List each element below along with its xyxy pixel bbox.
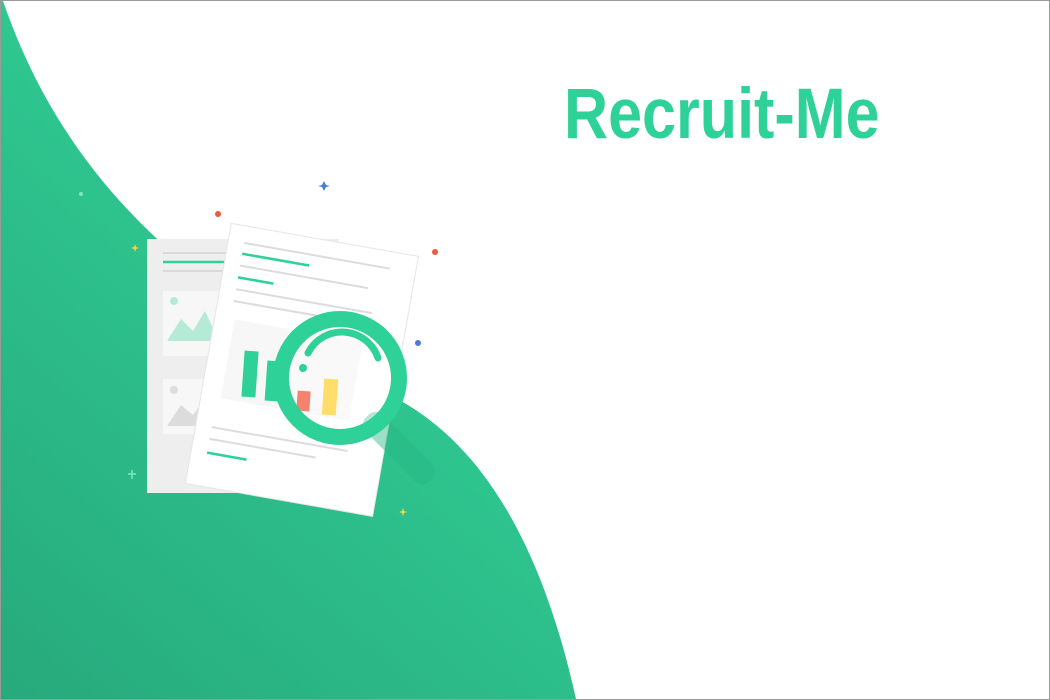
splash-screen: Recruit-Me — [0, 0, 1050, 700]
search-documents-illustration — [79, 181, 438, 517]
